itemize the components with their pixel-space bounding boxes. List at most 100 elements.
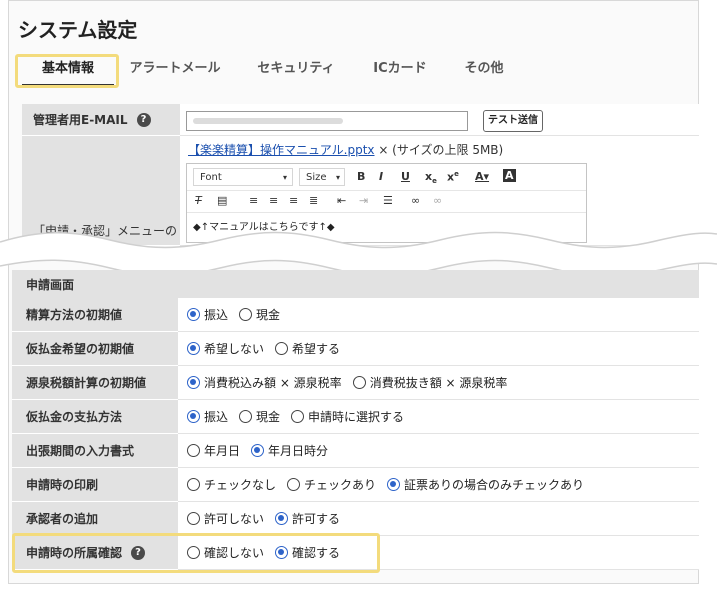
align-right-icon[interactable]: ≡: [289, 194, 298, 207]
setting-options: 消費税込み額 × 源泉税率 消費税抜き額 × 源泉税率: [178, 366, 699, 400]
setting-row-department-check: 申請時の所属確認 ? 確認しない 確認する: [12, 536, 699, 570]
radio-selected-icon: [187, 376, 200, 389]
setting-label: 承認者の追加: [12, 502, 178, 536]
setting-row-advance-payment: 仮払金の支払方法 振込 現金 申請時に選択する: [12, 400, 699, 434]
radio-option[interactable]: 現金: [239, 408, 280, 425]
setting-options: 確認しない 確認する: [178, 536, 699, 570]
radio-empty-icon: [352, 376, 366, 389]
tab-ic-card[interactable]: ICカード: [360, 56, 440, 84]
radio-selected-icon: [187, 410, 200, 423]
background-color-icon[interactable]: A: [503, 169, 516, 182]
admin-email-label: 管理者用E-MAIL ?: [22, 104, 180, 136]
superscript-icon[interactable]: xe: [447, 170, 459, 184]
setting-options: 希望しない 希望する: [178, 332, 699, 366]
setting-row-print: 申請時の印刷 チェックなし チェックあり 証票ありの場合のみチェックあり: [12, 468, 699, 502]
radio-option[interactable]: 年月日時分: [251, 442, 328, 459]
align-left-icon[interactable]: ≡: [249, 194, 258, 207]
radio-option[interactable]: 現金: [239, 306, 280, 323]
radio-option[interactable]: 申請時に選択する: [291, 408, 404, 425]
setting-options: 振込 現金 申請時に選択する: [178, 400, 699, 434]
radio-empty-icon: [187, 546, 200, 559]
setting-options: 振込 現金: [178, 298, 699, 332]
bullet-list-icon[interactable]: ☰: [383, 194, 393, 207]
radio-selected-icon: [387, 478, 401, 491]
radio-selected-icon: [187, 342, 200, 355]
radio-empty-icon: [239, 410, 253, 423]
tab-basic-info[interactable]: 基本情報: [22, 56, 114, 87]
radio-option[interactable]: 消費税抜き額 × 源泉税率: [352, 374, 507, 391]
link-icon[interactable]: ∞: [411, 194, 420, 207]
outdent-icon[interactable]: ⇤: [337, 194, 346, 207]
radio-selected-icon: [275, 546, 289, 559]
radio-option[interactable]: 確認する: [275, 544, 340, 561]
attachment-line: 【楽楽精算】操作マニュアル.pptx × (サイズの上限 5MB): [188, 141, 503, 158]
help-icon[interactable]: ?: [131, 545, 146, 560]
tab-bar: 基本情報 アラートメール セキュリティ ICカード その他: [8, 56, 699, 87]
help-icon[interactable]: ?: [136, 112, 151, 127]
radio-option[interactable]: 消費税込み額 × 源泉税率: [187, 374, 342, 391]
page-title: システム設定: [18, 18, 138, 42]
text-color-icon[interactable]: A▾: [475, 170, 489, 183]
setting-row-withholding-tax: 源泉税額計算の初期値 消費税込み額 × 源泉税率 消費税抜き額 × 源泉税率: [12, 366, 699, 400]
setting-options: チェックなし チェックあり 証票ありの場合のみチェックあり: [178, 468, 699, 502]
radio-option[interactable]: 希望する: [275, 340, 340, 357]
setting-row-payment-method: 精算方法の初期値 振込 現金: [12, 298, 699, 332]
setting-label: 申請時の所属確認 ?: [12, 536, 178, 570]
setting-label: 精算方法の初期値: [12, 298, 178, 332]
radio-empty-icon: [275, 342, 289, 355]
align-center-icon[interactable]: ≡: [269, 194, 278, 207]
setting-row-advance-request: 仮払金希望の初期値 希望しない 希望する: [12, 332, 699, 366]
editor-toolbar-top: Font ▾ Size ▾ B I U xe xe A▾ A: [187, 164, 586, 191]
subscript-icon[interactable]: xe: [425, 170, 437, 185]
justify-icon[interactable]: ≣: [309, 194, 318, 207]
setting-label: 源泉税額計算の初期値: [12, 366, 178, 400]
email-field[interactable]: [186, 111, 468, 131]
radio-option[interactable]: チェックなし: [187, 476, 276, 493]
radio-option[interactable]: 年月日: [187, 442, 240, 459]
radio-empty-icon: [239, 308, 253, 321]
radio-option[interactable]: 証票ありの場合のみチェックあり: [387, 476, 584, 493]
radio-option[interactable]: 許可する: [275, 510, 340, 527]
tab-other[interactable]: その他: [452, 56, 516, 84]
tab-alert-mail[interactable]: アラートメール: [120, 56, 230, 84]
radio-selected-icon: [187, 308, 200, 321]
page-break-wave: [0, 231, 717, 272]
paste-icon[interactable]: ▤: [217, 194, 227, 207]
radio-option[interactable]: 振込: [187, 306, 228, 323]
setting-options: 年月日 年月日時分: [178, 434, 699, 468]
radio-selected-icon: [251, 444, 265, 457]
radio-empty-icon: [291, 410, 305, 423]
setting-label: 出張期間の入力書式: [12, 434, 178, 468]
indent-icon[interactable]: ⇥: [359, 194, 368, 207]
tab-security[interactable]: セキュリティ: [248, 56, 344, 84]
editor-toolbar-bottom: T ▤ ≡ ≡ ≡ ≣ ⇤ ⇥ ☰ ∞ ∞: [187, 190, 586, 213]
radio-option[interactable]: 許可しない: [187, 510, 264, 527]
section-header: 申請画面: [12, 270, 699, 298]
font-select[interactable]: Font ▾: [193, 168, 293, 186]
radio-empty-icon: [187, 512, 200, 525]
file-size-note: × (サイズの上限 5MB): [374, 143, 504, 157]
setting-options: 許可しない 許可する: [178, 502, 699, 536]
radio-empty-icon: [287, 478, 301, 491]
bold-icon[interactable]: B: [357, 170, 365, 183]
radio-option[interactable]: 振込: [187, 408, 228, 425]
unlink-icon[interactable]: ∞: [433, 194, 442, 207]
setting-label: 申請時の印刷: [12, 468, 178, 502]
underline-icon[interactable]: U: [401, 170, 410, 183]
radio-option[interactable]: チェックあり: [287, 476, 376, 493]
radio-empty-icon: [187, 478, 200, 491]
manual-file-link[interactable]: 【楽楽精算】操作マニュアル.pptx: [188, 143, 375, 157]
italic-icon[interactable]: I: [379, 170, 383, 183]
setting-label: 仮払金の支払方法: [12, 400, 178, 434]
radio-option[interactable]: 希望しない: [187, 340, 264, 357]
setting-row-trip-date-format: 出張期間の入力書式 年月日 年月日時分: [12, 434, 699, 468]
size-select[interactable]: Size ▾: [299, 168, 345, 186]
radio-option[interactable]: 確認しない: [187, 544, 264, 561]
radio-empty-icon: [187, 444, 200, 457]
radio-selected-icon: [275, 512, 289, 525]
chevron-down-icon: ▾: [282, 173, 287, 182]
chevron-down-icon: ▾: [335, 173, 340, 182]
setting-row-add-approver: 承認者の追加 許可しない 許可する: [12, 502, 699, 536]
test-send-button[interactable]: テスト送信: [483, 110, 543, 132]
clear-format-icon[interactable]: T: [195, 194, 202, 207]
